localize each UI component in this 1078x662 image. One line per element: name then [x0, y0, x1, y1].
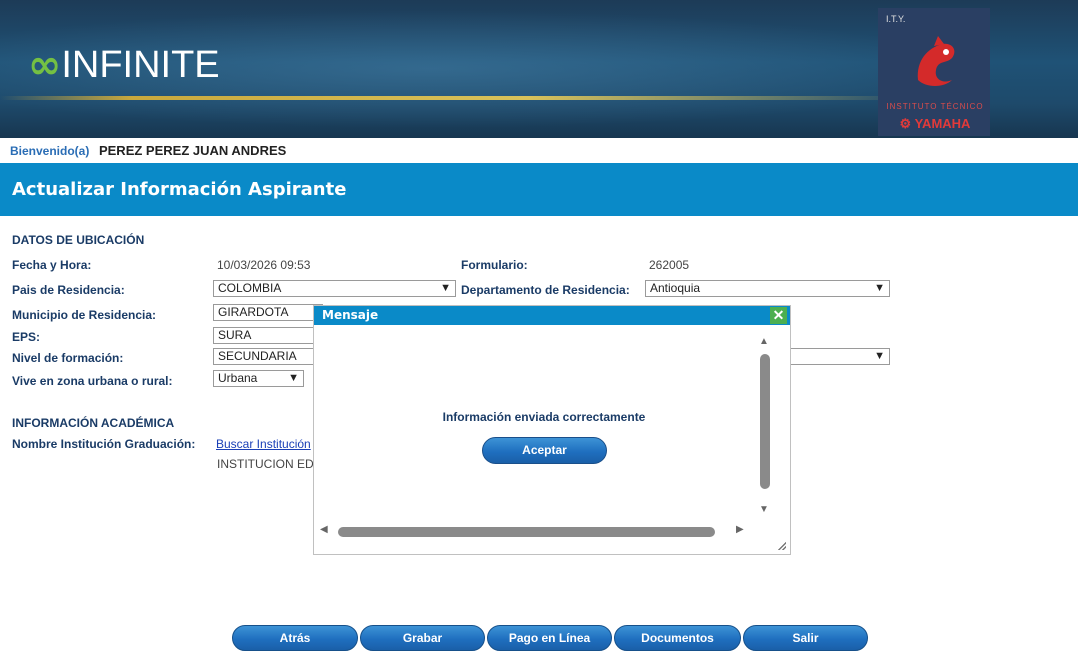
message-dialog: Mensaje ✕ Información enviada correctame…: [313, 305, 791, 555]
municipio-label: Municipio de Residencia:: [12, 308, 157, 322]
welcome-label: Bienvenido(a): [10, 144, 90, 158]
fecha-value: 10/03/2026 09:53: [217, 258, 311, 272]
institucion-label: Nombre Institución Graduación:: [12, 437, 196, 451]
banner-stripe: [0, 96, 880, 100]
yamaha-brand-label: YAMAHA: [914, 116, 971, 131]
departamento-label: Departamento de Residencia:: [461, 283, 630, 297]
eps-select[interactable]: SURA: [213, 327, 323, 344]
logo-word: INFINITE: [61, 43, 220, 86]
close-icon[interactable]: ✕: [770, 307, 787, 324]
infinity-icon: ∞: [28, 42, 61, 88]
nivel-select[interactable]: SECUNDARIA: [213, 348, 323, 365]
vertical-scrollbar-thumb[interactable]: [760, 354, 770, 489]
buscar-link-clip: Buscar Institución: [216, 437, 313, 453]
chevron-down-icon: ▼: [440, 282, 451, 294]
pais-select[interactable]: COLOMBIA ▼: [213, 280, 456, 297]
page-title-bar: Actualizar Información Aspirante: [0, 163, 1078, 216]
institucion-value: INSTITUCION ED: [217, 457, 313, 471]
documentos-button[interactable]: Documentos: [614, 625, 741, 651]
zona-select[interactable]: Urbana ▼: [213, 370, 304, 387]
eps-label: EPS:: [12, 330, 41, 344]
pago-en-linea-button[interactable]: Pago en Línea: [487, 625, 612, 651]
dialog-header: Mensaje: [314, 306, 790, 325]
ity-institute-text: INSTITUTO TÉCNICO: [886, 102, 984, 111]
scroll-down-icon[interactable]: ▼: [759, 504, 769, 515]
horizontal-scrollbar-thumb[interactable]: [338, 527, 715, 537]
accept-button[interactable]: Aceptar: [482, 437, 607, 464]
scroll-right-icon[interactable]: ▶: [736, 524, 744, 535]
yamaha-brand-text: ⚙ YAMAHA: [899, 116, 971, 131]
infinite-logo: ∞ INFINITE: [28, 40, 220, 90]
formulario-label: Formulario:: [461, 258, 528, 272]
buscar-institucion-link[interactable]: Buscar Institución: [216, 437, 311, 451]
pais-label: Pais de Residencia:: [12, 283, 125, 297]
municipio-select[interactable]: GIRARDOTA: [213, 304, 323, 321]
chevron-down-icon: ▼: [874, 282, 885, 294]
eps-selected-value: SURA: [218, 328, 252, 342]
formulario-value: 262005: [649, 258, 690, 272]
user-name: PEREZ PEREZ JUAN ANDRES: [98, 143, 287, 158]
ity-small-text: I.T.Y.: [886, 14, 906, 24]
salir-button[interactable]: Salir: [743, 625, 868, 651]
nivel-selected-value: SECUNDARIA: [218, 349, 297, 363]
atras-button[interactable]: Atrás: [232, 625, 358, 651]
grabar-button[interactable]: Grabar: [360, 625, 485, 651]
dialog-message: Información enviada correctamente: [442, 410, 646, 424]
institucion-value-clip: INSTITUCION ED: [217, 457, 313, 473]
fecha-label: Fecha y Hora:: [12, 258, 92, 272]
dialog-title: Mensaje: [322, 308, 379, 322]
pais-selected-value: COLOMBIA: [218, 281, 282, 295]
resize-grip-icon[interactable]: [778, 542, 786, 550]
header-banner: ∞ INFINITE I.T.Y. INSTITUTO TÉCNICO ⚙ YA…: [0, 0, 1078, 138]
section-academica: INFORMACIÓN ACADÉMICA: [12, 416, 175, 430]
nivel-label: Nivel de formación:: [12, 351, 124, 365]
chevron-down-icon: ▼: [288, 372, 299, 384]
scroll-up-icon[interactable]: ▲: [759, 336, 769, 347]
nivel-extra-select[interactable]: ▼: [790, 348, 890, 365]
ity-emblem-icon: [917, 36, 955, 86]
departamento-select[interactable]: Antioquia ▼: [645, 280, 890, 297]
departamento-selected-value: Antioquia: [650, 281, 701, 295]
zona-selected-value: Urbana: [218, 371, 258, 385]
scroll-left-icon[interactable]: ◀: [320, 524, 328, 535]
page-title: Actualizar Información Aspirante: [12, 179, 347, 200]
welcome-line: Bienvenido(a) PEREZ PEREZ JUAN ANDRES: [10, 143, 286, 158]
zona-label: Vive en zona urbana o rural:: [12, 374, 173, 388]
municipio-selected-value: GIRARDOTA: [218, 305, 289, 319]
section-ubicacion: DATOS DE UBICACIÓN: [12, 233, 145, 247]
chevron-down-icon: ▼: [874, 350, 885, 362]
